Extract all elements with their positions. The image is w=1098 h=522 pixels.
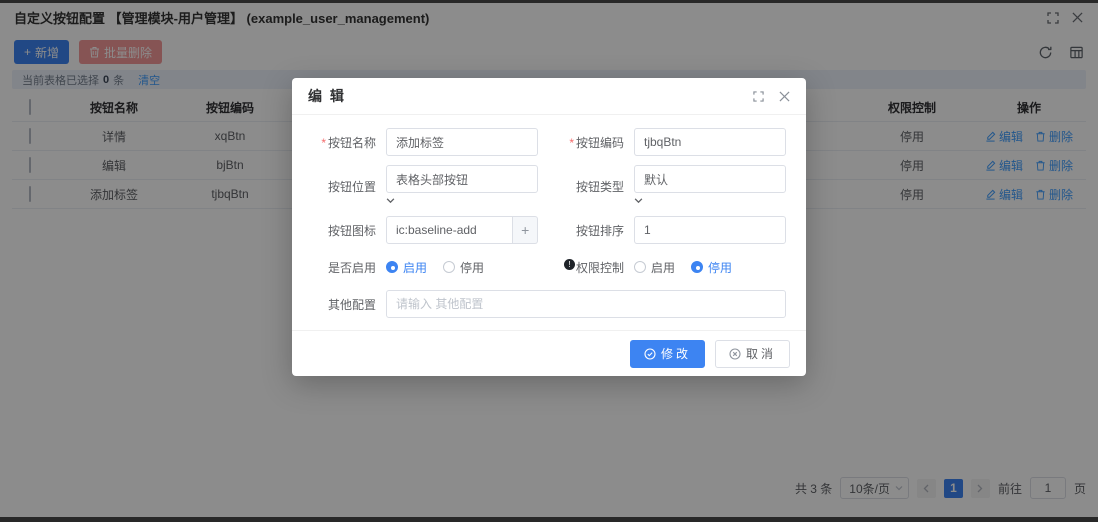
check-circle-icon	[644, 348, 656, 360]
permission-label: !权限控制	[560, 259, 624, 276]
field-permission: !权限控制 启用 停用	[560, 253, 786, 281]
cancel-button[interactable]: 取消	[715, 340, 790, 368]
info-icon: !	[564, 259, 575, 270]
button-order-input[interactable]	[634, 216, 786, 244]
dialog-close-icon[interactable]	[778, 90, 790, 102]
other-config-label: 其他配置	[312, 296, 376, 313]
button-position-label: 按钮位置	[312, 178, 376, 195]
confirm-button[interactable]: 修改	[630, 340, 705, 368]
radio-dot	[634, 261, 646, 273]
other-config-input[interactable]	[386, 290, 786, 318]
confirm-label: 修改	[661, 345, 691, 362]
close-circle-icon	[729, 348, 741, 360]
enabled-label: 是否启用	[312, 259, 376, 276]
cancel-label: 取消	[746, 345, 776, 362]
permission-radio-on[interactable]: 启用	[634, 259, 675, 276]
permission-radio-off[interactable]: 停用	[691, 259, 732, 276]
button-code-label: 按钮编码	[560, 134, 624, 151]
button-name-label: 按钮名称	[312, 134, 376, 151]
field-button-code: 按钮编码	[560, 128, 786, 156]
dialog-body: 按钮名称 按钮编码 按钮位置 表格头部按钮 按钮类型	[292, 115, 806, 330]
button-name-input[interactable]	[386, 128, 538, 156]
icon-picker-button[interactable]: +	[513, 216, 538, 244]
radio-dot	[386, 261, 398, 273]
button-icon-input[interactable]	[386, 216, 513, 244]
button-code-input[interactable]	[634, 128, 786, 156]
field-other-config: 其他配置	[312, 290, 786, 318]
radio-dot	[443, 261, 455, 273]
dialog-fullscreen-icon[interactable]	[752, 90, 764, 102]
button-type-label: 按钮类型	[560, 178, 624, 195]
button-position-value: 表格头部按钮	[396, 171, 468, 188]
field-button-icon: 按钮图标 +	[312, 216, 538, 244]
button-type-value: 默认	[644, 171, 668, 188]
chevron-down-icon	[386, 197, 395, 204]
field-button-order: 按钮排序	[560, 216, 786, 244]
radio-dot	[691, 261, 703, 273]
field-enabled: 是否启用 启用 停用	[312, 253, 538, 281]
enabled-radio-off[interactable]: 停用	[443, 259, 484, 276]
field-button-position: 按钮位置 表格头部按钮	[312, 165, 538, 207]
edit-dialog: 编 辑 按钮名称 按钮编码 按钮位置 表	[292, 78, 806, 376]
button-type-select[interactable]: 默认	[634, 165, 786, 193]
field-button-type: 按钮类型 默认	[560, 165, 786, 207]
button-icon-label: 按钮图标	[312, 222, 376, 239]
dialog-header: 编 辑	[292, 78, 806, 115]
field-button-name: 按钮名称	[312, 128, 538, 156]
chevron-down-icon	[634, 197, 643, 204]
dialog-title: 编 辑	[308, 86, 346, 106]
enabled-radio-on[interactable]: 启用	[386, 259, 427, 276]
button-order-label: 按钮排序	[560, 222, 624, 239]
button-position-select[interactable]: 表格头部按钮	[386, 165, 538, 193]
dialog-footer: 修改 取消	[292, 330, 806, 376]
